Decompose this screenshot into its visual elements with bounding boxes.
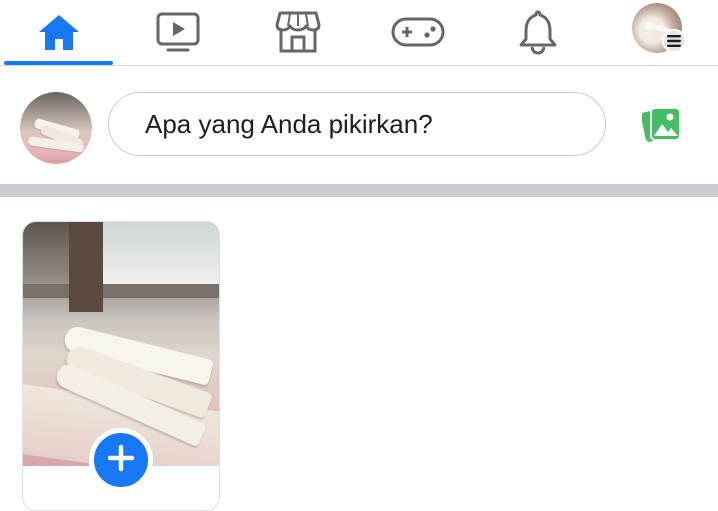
bell-icon xyxy=(516,9,560,55)
photo-button[interactable] xyxy=(640,106,684,146)
section-separator xyxy=(0,184,718,197)
gamepad-icon xyxy=(391,15,445,49)
add-story-button[interactable] xyxy=(89,428,153,492)
marketplace-icon xyxy=(275,10,321,54)
nav-gaming-tab[interactable] xyxy=(362,0,474,64)
plus-icon xyxy=(107,444,135,477)
video-icon xyxy=(155,11,201,53)
create-story-card[interactable] xyxy=(22,221,220,511)
user-avatar[interactable] xyxy=(20,92,92,164)
menu-icon xyxy=(662,29,686,53)
whats-on-your-mind-input[interactable]: Apa yang Anda pikirkan? xyxy=(108,92,606,156)
photo-icon xyxy=(640,105,682,148)
composer-placeholder: Apa yang Anda pikirkan? xyxy=(145,108,433,139)
nav-menu-tab[interactable] xyxy=(602,0,714,64)
nav-home-tab[interactable] xyxy=(4,0,114,64)
post-composer: Apa yang Anda pikirkan? xyxy=(0,66,718,184)
top-navigation-bar xyxy=(0,0,718,66)
profile-avatar-small xyxy=(630,3,686,53)
home-icon xyxy=(37,12,81,52)
nav-notifications-tab[interactable] xyxy=(482,0,594,64)
nav-marketplace-tab[interactable] xyxy=(242,0,354,64)
nav-watch-tab[interactable] xyxy=(122,0,234,64)
